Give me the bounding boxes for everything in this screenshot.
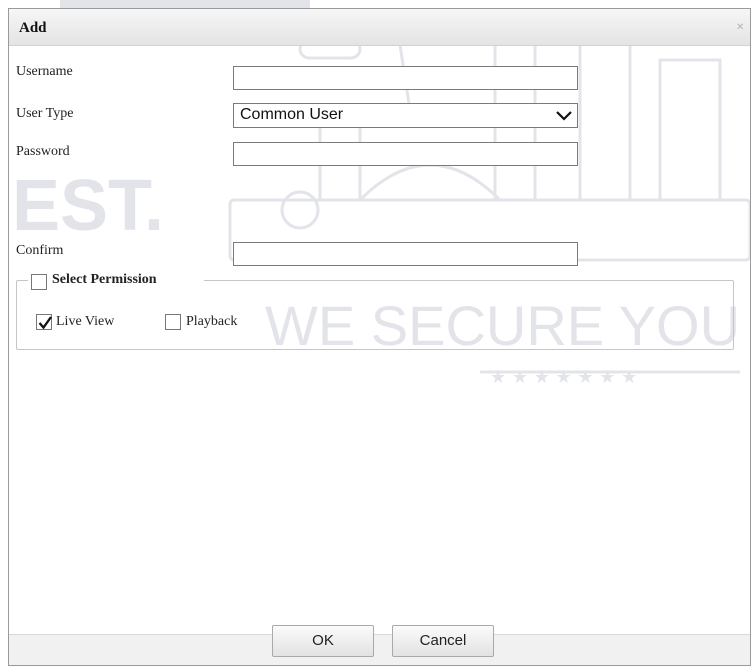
- confirm-label: Confirm: [16, 243, 64, 258]
- user-type-select[interactable]: Common User: [233, 103, 578, 128]
- live-view-checkbox[interactable]: [36, 314, 52, 330]
- playback-checkbox[interactable]: [165, 314, 181, 330]
- user-type-value: Common User: [240, 106, 344, 123]
- select-all-permissions-checkbox[interactable]: [31, 274, 47, 290]
- username-label: Username: [16, 64, 73, 79]
- dialog-footer: [9, 634, 750, 665]
- confirm-password-input[interactable]: [233, 242, 578, 266]
- checkmark-icon: [38, 316, 52, 330]
- playback-label: Playback: [186, 314, 238, 329]
- close-icon[interactable]: ✕: [736, 23, 746, 33]
- dialog-titlebar: Add ✕: [9, 9, 750, 46]
- cancel-button[interactable]: Cancel: [392, 625, 494, 657]
- dialog-title: Add: [19, 20, 47, 36]
- password-label: Password: [16, 144, 70, 159]
- permission-legend: Select Permission: [28, 268, 204, 292]
- live-view-label: Live View: [56, 314, 115, 329]
- permission-title: Select Permission: [52, 272, 157, 287]
- chevron-down-icon: [556, 111, 572, 121]
- password-input[interactable]: [233, 142, 578, 166]
- user-type-label: User Type: [16, 106, 74, 121]
- username-input[interactable]: [233, 66, 578, 90]
- ok-button[interactable]: OK: [272, 625, 374, 657]
